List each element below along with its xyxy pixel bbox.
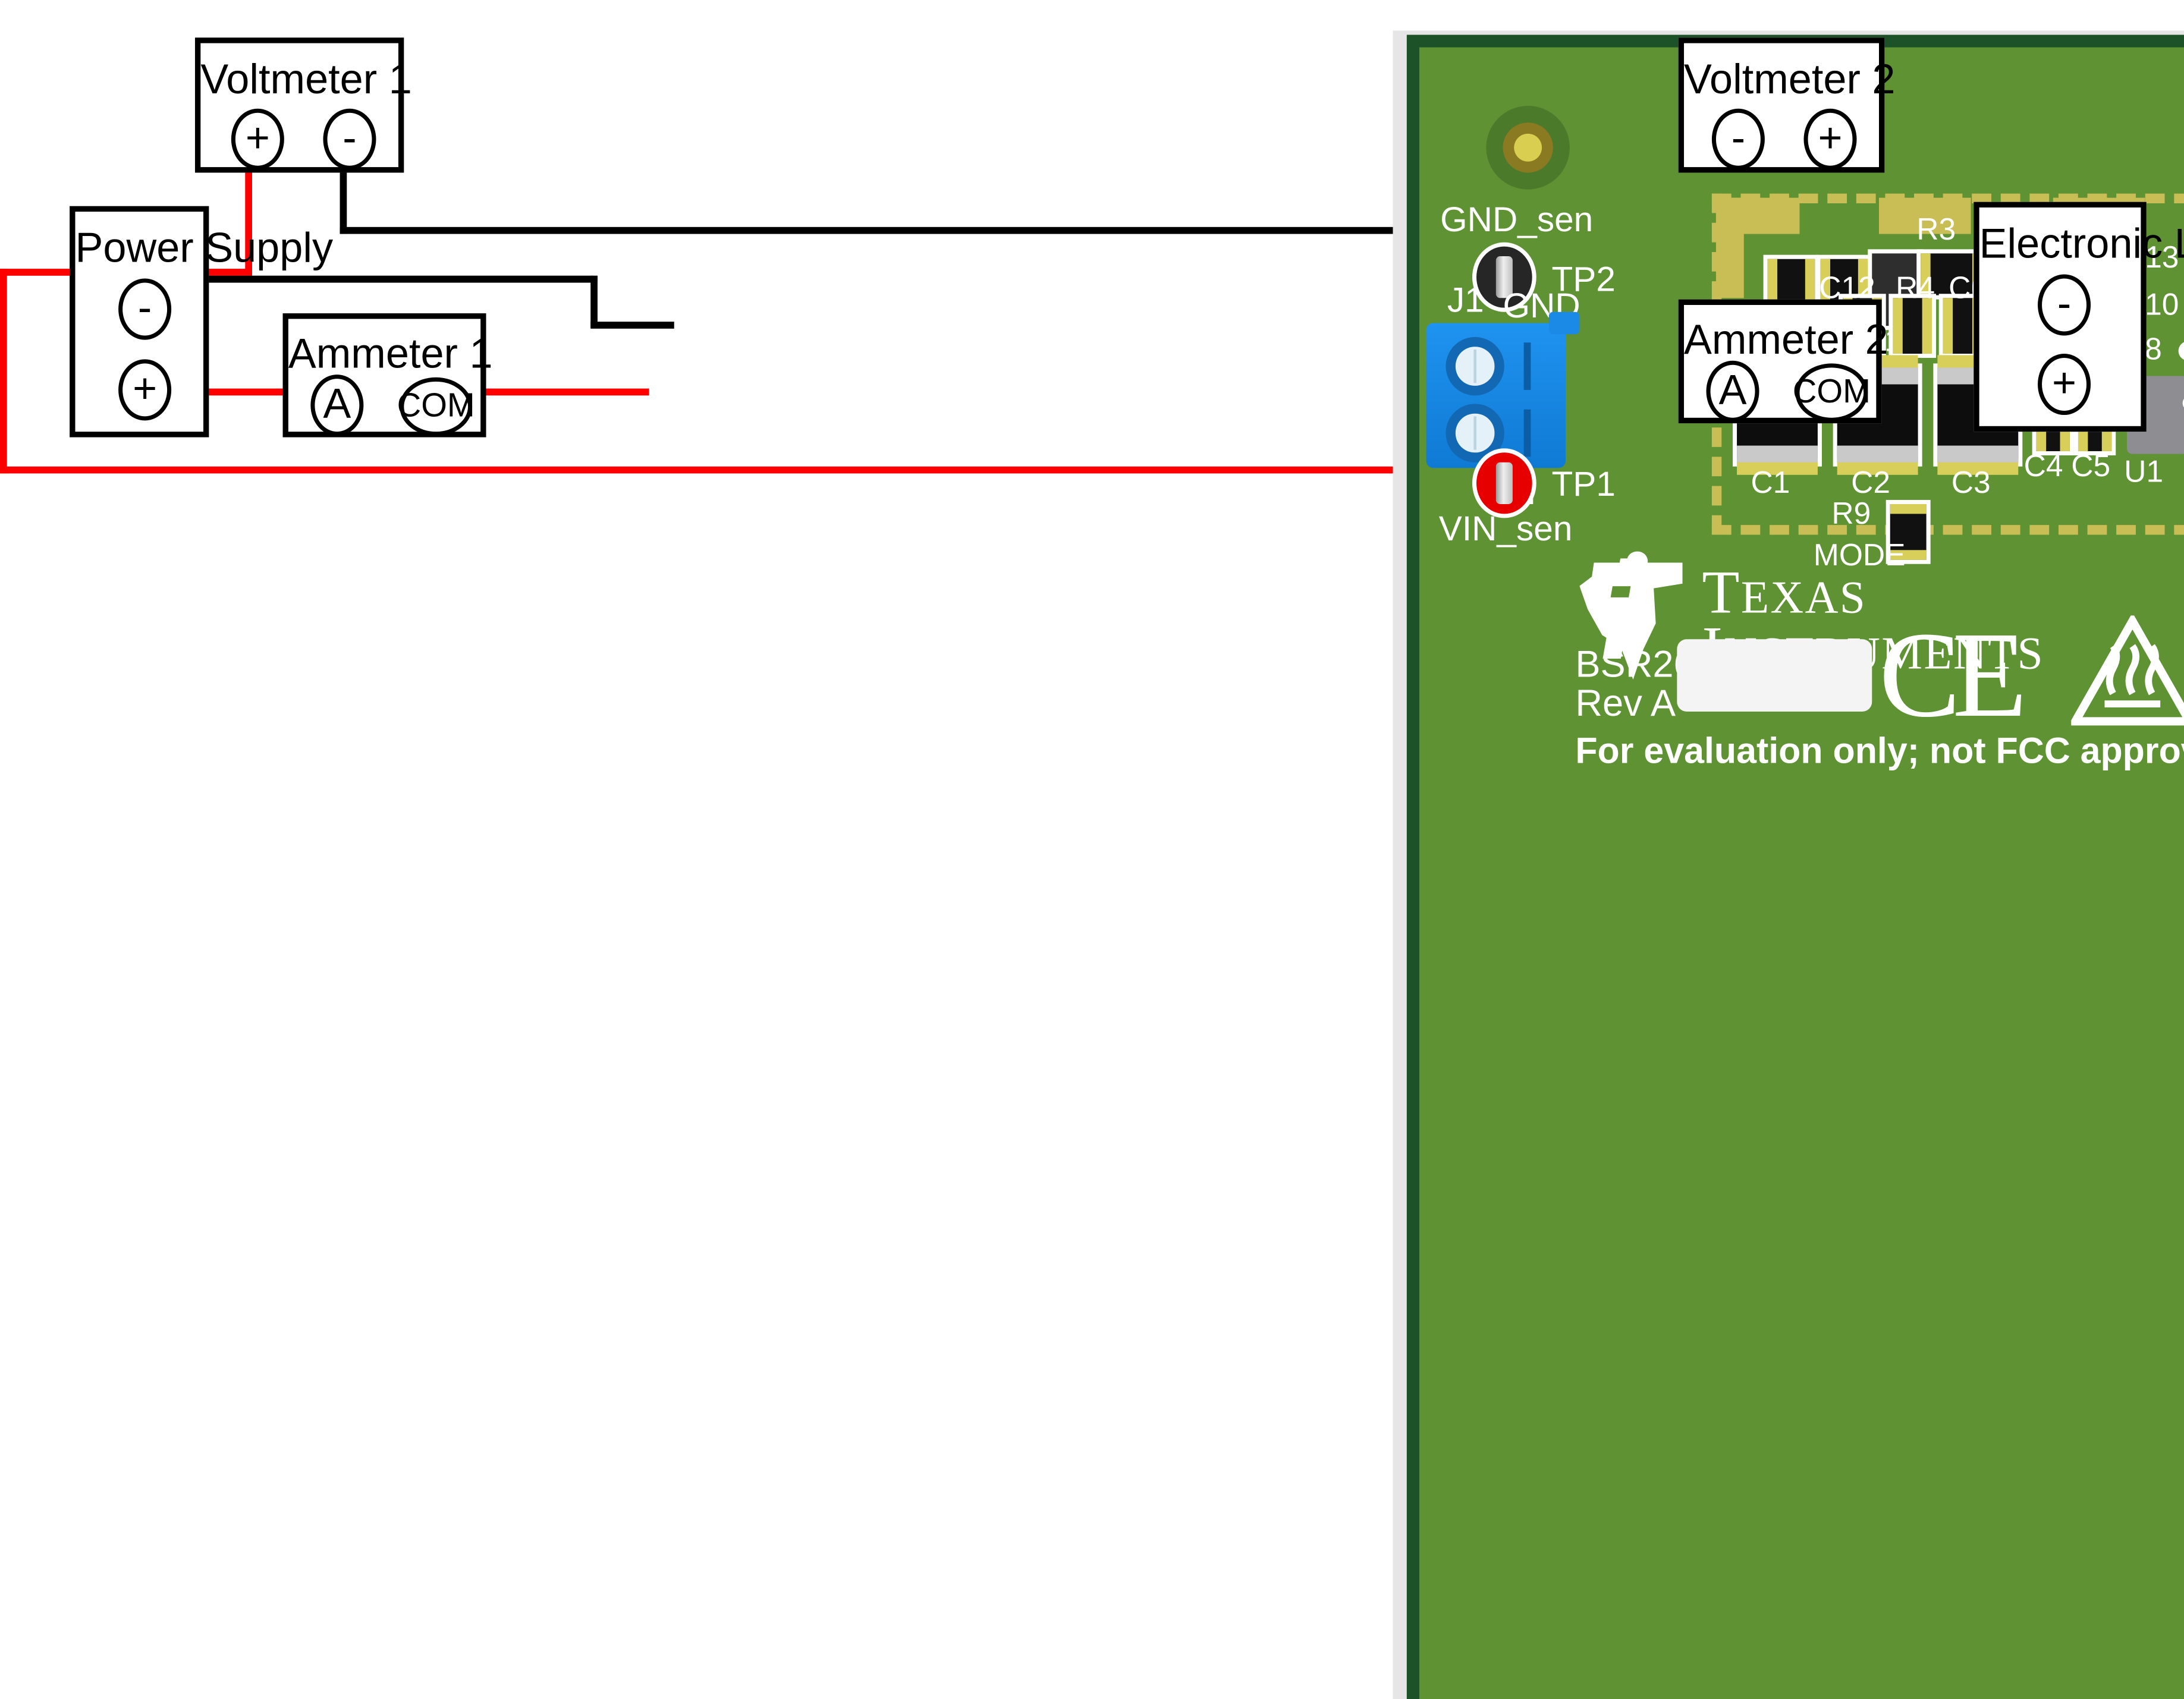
wire-ps-plus-to-ammeter1 — [208, 388, 286, 396]
j1-slot-bottom — [1523, 409, 1531, 457]
power-supply-positive-terminal[interactable]: + — [118, 359, 172, 421]
power-supply-negative-terminal[interactable]: - — [118, 278, 172, 340]
j1-ref-label: J1 — [1447, 281, 1484, 320]
wire-ammeter1-com-to-j1 — [485, 388, 649, 396]
instrument-electronic-load: Electronic Load - + — [1974, 202, 2184, 432]
instrument-voltmeter-2: Voltmeter 2 - + — [1678, 37, 1896, 173]
wire-ps-minus-c — [590, 322, 674, 329]
electronic-load-title: Electronic Load — [1979, 221, 2184, 268]
r9-label: R9 — [1831, 495, 1871, 531]
wire-ps-minus-b — [590, 275, 598, 328]
ce-mark: CE — [1878, 608, 2027, 744]
test-point-tp1[interactable] — [1472, 448, 1536, 518]
wire-left-rail-to-tp1 — [0, 466, 1484, 474]
j1-screw-top[interactable] — [1445, 336, 1504, 396]
wire-vm1-minus-vertical — [340, 172, 347, 234]
c5-label: C5 — [2071, 448, 2111, 483]
ammeter-2-a-terminal[interactable]: A — [1706, 360, 1759, 422]
instrument-ammeter-2: Ammeter 2 A COM — [1678, 299, 1888, 424]
ammeter-1-title: Ammeter 1 — [288, 331, 493, 377]
tp1-ref-label: TP1 — [1551, 465, 1616, 504]
instrument-ammeter-1: Ammeter 1 A COM — [282, 313, 493, 438]
wire-ps-minus-a — [208, 275, 598, 283]
ammeter-2-com-terminal[interactable]: COM — [1793, 363, 1871, 422]
electronic-load-negative-terminal[interactable]: - — [2038, 274, 2091, 336]
terminal-block-j1[interactable] — [1426, 312, 1580, 468]
c4-label: C4 — [2023, 448, 2063, 483]
voltmeter-1-title: Voltmeter 1 — [200, 57, 412, 103]
wire-left-rail-vertical — [0, 269, 7, 474]
u1-label: U1 — [2124, 454, 2164, 489]
j1-tab — [1548, 312, 1580, 335]
voltmeter-2-title: Voltmeter 2 — [1684, 57, 1896, 103]
board-revision: Rev A — [1575, 682, 1676, 725]
j1-slot-top — [1523, 342, 1531, 390]
board-disclaimer: For evaluation only; not FCC approved fo… — [1575, 729, 2184, 772]
tp1-sense-label: VIN_sen — [1438, 509, 1573, 549]
c3-label: C3 — [1951, 465, 1991, 500]
mounting-hole-top-left — [1486, 106, 1570, 190]
wire-vm1-minus-to-tp2 — [340, 226, 1468, 234]
ammeter-1-a-terminal[interactable]: A — [310, 375, 364, 436]
test-setup-diagram: BODE TP5 EN TP8 SYCN TP6 J3 J4 J5 GND_se… — [0, 0, 2184, 1699]
voltmeter-1-positive-terminal[interactable]: + — [231, 108, 284, 170]
serial-label-area — [1677, 639, 1872, 712]
instrument-voltmeter-1: Voltmeter 1 + - — [194, 37, 412, 173]
voltmeter-2-positive-terminal[interactable]: + — [1803, 108, 1857, 170]
copper-finger — [1715, 197, 1744, 298]
r3-label: R3 — [1916, 212, 1956, 247]
voltmeter-1-negative-terminal[interactable]: - — [323, 108, 376, 170]
instrument-power-supply: Power Supply - + — [70, 206, 334, 438]
r4-label: R4 — [1896, 270, 1935, 306]
hot-surface-warning-icon — [2071, 615, 2184, 726]
power-supply-title: Power Supply — [75, 225, 334, 272]
ammeter-2-title: Ammeter 2 — [1684, 317, 1888, 364]
electronic-load-positive-terminal[interactable]: + — [2038, 353, 2091, 416]
ammeter-1-com-terminal[interactable]: COM — [397, 377, 475, 436]
tp2-net-label: GND_sen — [1440, 200, 1594, 240]
voltmeter-2-negative-terminal[interactable]: - — [1711, 108, 1765, 170]
c1-label: C1 — [1751, 465, 1790, 500]
